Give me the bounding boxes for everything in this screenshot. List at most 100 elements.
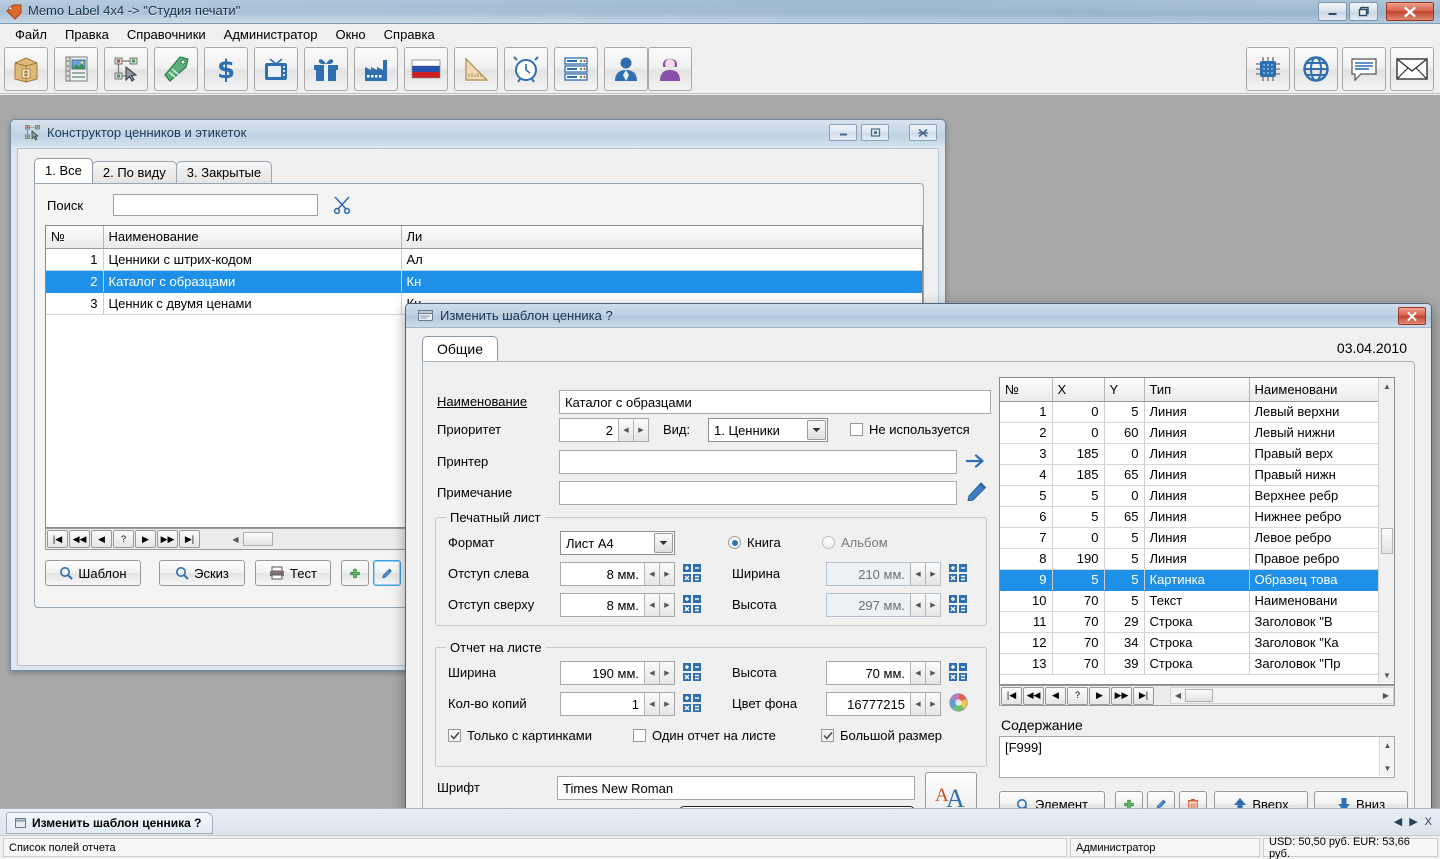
report-width-calc-icon[interactable] (683, 663, 701, 681)
col-element-x[interactable]: X (1052, 378, 1105, 402)
menu-administrator[interactable]: Администратор (215, 25, 327, 44)
chip-icon[interactable] (1246, 47, 1290, 91)
checkbox-unused[interactable]: Не используется (850, 422, 970, 437)
catalog-images-icon[interactable] (54, 47, 98, 91)
factory-icon[interactable] (354, 47, 398, 91)
font-field[interactable]: Times New Roman (557, 776, 915, 800)
elements-hscroll-thumb[interactable] (1185, 689, 1213, 702)
copies-decrement-button[interactable]: ◀ (644, 693, 659, 715)
table-row[interactable]: 10 70 5 Текст Наименовани (1000, 590, 1380, 612)
elements-nav-prior-button[interactable]: ◀ (1045, 686, 1066, 705)
name-field[interactable]: Каталог с образцами (559, 390, 991, 414)
top-margin-increment-button[interactable]: ▶ (659, 594, 674, 616)
server-rack-icon[interactable] (554, 47, 598, 91)
taskbar-item-edit-template[interactable]: Изменить шаблон ценника ? (6, 812, 213, 834)
goods-box-icon[interactable] (4, 47, 48, 91)
copies-calc-icon[interactable] (683, 694, 701, 712)
bgcolor-decrement-button[interactable]: ◀ (910, 693, 925, 715)
maximize-button[interactable] (1349, 2, 1378, 21)
radio-landscape[interactable]: Альбом (822, 535, 888, 550)
sheet-height-increment-button[interactable]: ▶ (925, 594, 940, 616)
report-width-increment-button[interactable]: ▶ (659, 662, 674, 684)
menu-window[interactable]: Окно (326, 25, 374, 44)
vscroll-thumb[interactable] (1381, 528, 1393, 554)
minimize-button[interactable] (1318, 2, 1347, 21)
content-scroll-down-arrow[interactable]: ▼ (1380, 760, 1395, 776)
table-row[interactable]: 1 Ценники с штрих-кодом Ал (46, 248, 922, 271)
report-height-calc-icon[interactable] (949, 663, 967, 681)
menu-catalogs[interactable]: Справочники (118, 25, 215, 44)
elements-grid-vscrollbar[interactable]: ▲ ▼ (1378, 378, 1394, 683)
chat-icon[interactable] (1342, 47, 1386, 91)
mdi-minimize-button[interactable] (829, 124, 857, 141)
table-row[interactable]: 4 185 65 Линия Правый нижн (1000, 464, 1380, 486)
alarm-clock-icon[interactable] (504, 47, 548, 91)
globe-icon[interactable] (1294, 47, 1338, 91)
priority-decrement-button[interactable]: ◀ (618, 419, 633, 441)
content-vscrollbar[interactable]: ▲ ▼ (1379, 737, 1394, 776)
top-margin-decrement-button[interactable]: ◀ (644, 594, 659, 616)
color-wheel-icon[interactable] (949, 693, 968, 715)
table-row[interactable]: 3 185 0 Линия Правый верх (1000, 443, 1380, 465)
vscroll-up-arrow[interactable]: ▲ (1379, 378, 1394, 394)
tab-general[interactable]: Общие (422, 336, 499, 361)
hscroll-thumb[interactable] (243, 532, 273, 546)
report-width-spinner[interactable]: 190 мм. ◀ ▶ (560, 661, 675, 685)
elements-nav-prior-page-button[interactable]: ◀◀ (1023, 686, 1044, 705)
left-margin-decrement-button[interactable]: ◀ (644, 563, 659, 585)
note-pencil-icon[interactable] (967, 482, 987, 504)
elements-nav-help-button[interactable]: ? (1067, 686, 1088, 705)
edit-button[interactable] (373, 560, 401, 586)
table-row[interactable]: 8 190 5 Линия Правое ребро (1000, 548, 1380, 570)
elements-nav-last-button[interactable]: ▶| (1133, 686, 1154, 705)
menu-edit[interactable]: Правка (56, 25, 118, 44)
elements-grid[interactable]: № X Y Тип Наименовани 1 0 5 Линия Левый верх… (999, 377, 1395, 685)
sketch-button[interactable]: Эскиз (159, 560, 245, 586)
priority-spinner[interactable]: 2 ◀ ▶ (559, 418, 649, 442)
table-row[interactable]: 11 70 29 Строка Заголовок "В (1000, 611, 1380, 633)
menu-help[interactable]: Справка (375, 25, 444, 44)
table-row[interactable]: 6 5 65 Линия Нижнее ребро (1000, 506, 1380, 528)
col-element-y[interactable]: Y (1104, 378, 1145, 402)
table-row[interactable]: 1 0 5 Линия Левый верхни (1000, 401, 1380, 423)
tab-by-kind[interactable]: 2. По виду (91, 161, 177, 183)
table-row[interactable]: 2 Каталог с образцами Кн (46, 270, 922, 293)
sheet-height-decrement-button[interactable]: ◀ (910, 594, 925, 616)
report-width-decrement-button[interactable]: ◀ (644, 662, 659, 684)
vscroll-down-arrow[interactable]: ▼ (1379, 667, 1394, 683)
sheet-height-calc-icon[interactable] (949, 595, 967, 613)
col-element-type[interactable]: Тип (1144, 378, 1250, 402)
flag-russia-icon[interactable] (404, 47, 448, 91)
user-female-icon[interactable] (648, 47, 692, 91)
sheet-height-spinner[interactable]: 297 мм. ◀ ▶ (826, 593, 941, 617)
top-margin-spinner[interactable]: 8 мм. ◀ ▶ (560, 593, 675, 617)
price-tag-icon[interactable] (154, 47, 198, 91)
label-designer-icon[interactable] (104, 47, 148, 91)
left-margin-calc-icon[interactable] (683, 564, 701, 582)
bgcolor-increment-button[interactable]: ▶ (925, 693, 940, 715)
copies-increment-button[interactable]: ▶ (659, 693, 674, 715)
elements-hscroll-left-arrow[interactable]: ◀ (1171, 691, 1185, 700)
elements-hscroll-right-arrow[interactable]: ▶ (1379, 691, 1393, 700)
copies-spinner[interactable]: 1 ◀ ▶ (560, 692, 675, 716)
col-kind[interactable]: Ли (401, 226, 922, 249)
currency-dollar-icon[interactable]: $ (204, 47, 248, 91)
report-height-increment-button[interactable]: ▶ (925, 662, 940, 684)
content-scroll-up-arrow[interactable]: ▲ (1380, 737, 1395, 753)
sheet-width-calc-icon[interactable] (949, 564, 967, 582)
sheet-width-spinner[interactable]: 210 мм. ◀ ▶ (826, 562, 941, 586)
kind-combobox[interactable]: 1. Ценники (708, 418, 828, 442)
sheet-width-decrement-button[interactable]: ◀ (910, 563, 925, 585)
left-margin-increment-button[interactable]: ▶ (659, 563, 674, 585)
hscroll-left-arrow[interactable]: ◀ (228, 532, 243, 547)
dialog-close-button[interactable] (1398, 307, 1426, 325)
elements-hscrollbar[interactable]: ◀ ▶ (1170, 687, 1394, 704)
report-height-decrement-button[interactable]: ◀ (910, 662, 925, 684)
nav-last-button[interactable]: ▶| (179, 530, 200, 548)
tab-closed[interactable]: 3. Закрытые (175, 161, 273, 183)
table-row[interactable]: 13 70 39 Строка Заголовок "Пр (1000, 653, 1380, 675)
mdi-restore-button[interactable] (861, 124, 889, 141)
user-male-icon[interactable] (604, 47, 648, 91)
priority-increment-button[interactable]: ▶ (633, 419, 648, 441)
add-button[interactable] (341, 560, 369, 586)
